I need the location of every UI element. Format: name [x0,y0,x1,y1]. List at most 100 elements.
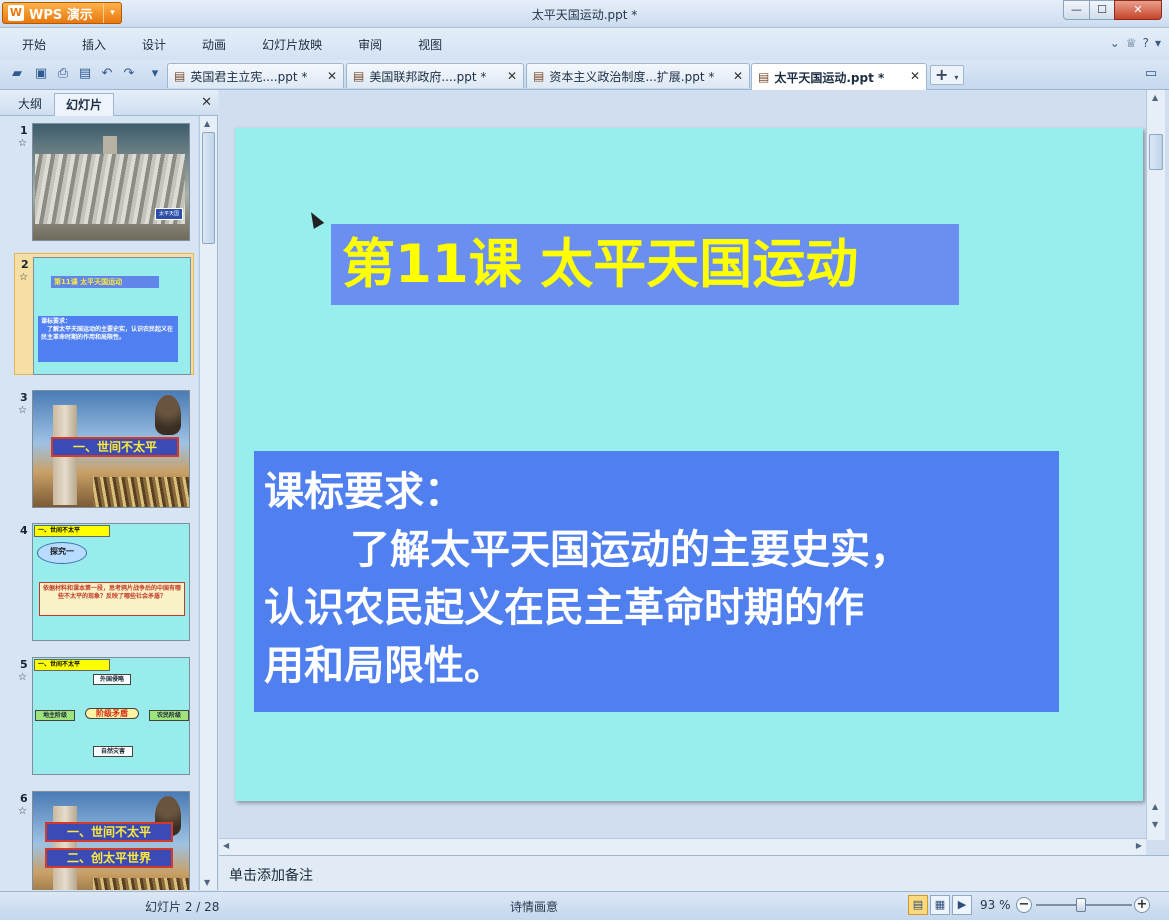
doc-tab-2[interactable]: ▤ 美国联邦政府....ppt * ✕ [346,63,524,88]
node-left: 地主阶级 [35,710,75,721]
undo-icon[interactable]: ↶ [98,65,116,83]
print-icon[interactable]: ⎙ [54,65,72,83]
mini-body: 课标要求： 了解太平天国运动的主要史实，认识农民起义在民主革命时期的作用和局限性… [38,316,178,362]
mini-header: 一、世间不太平 [34,525,110,537]
ppt-file-icon: ▤ [174,69,186,83]
animation-star-icon: ☆ [19,272,28,283]
slide-preview: 第11课 太平天国运动 课标要求： 了解太平天国运动的主要史实，认识农民起义在民… [33,257,191,375]
slideshow-button[interactable]: ▶ [952,895,972,915]
maximize-button[interactable]: ☐ [1089,0,1115,20]
panel-toggle-icon[interactable]: ▭ [1142,65,1160,83]
zoom-in-button[interactable]: + [1134,897,1150,913]
slide-title-box[interactable]: 第11课 太平天国运动 [331,224,959,305]
close-tab-icon[interactable]: ✕ [910,69,920,83]
scroll-up-icon[interactable]: ▲ [204,119,210,128]
slide-number: 2 [21,258,29,271]
editor-vscrollbar[interactable]: ▲ ▲ ▼ [1146,90,1165,840]
menu-animation[interactable]: 动画 [202,36,226,53]
close-tab-icon[interactable]: ✕ [733,69,743,83]
chevron-down-icon[interactable]: ▾ [954,73,958,82]
normal-view-button[interactable]: ▤ [908,895,928,915]
slide-number: 1 [20,124,28,137]
scroll-up-icon[interactable]: ▲ [1152,93,1158,102]
menu-slideshow[interactable]: 幻灯片放映 [262,36,322,53]
slide-thumb-2[interactable]: 2 ☆ 第11课 太平天国运动 课标要求： 了解太平天国运动的主要史实，认识农民… [14,253,194,375]
close-tab-icon[interactable]: ✕ [507,69,517,83]
body-line: 了解太平天国运动的主要史实， [350,527,910,573]
scroll-thumb[interactable] [1149,134,1163,170]
scroll-right-icon[interactable]: ▶ [1136,841,1142,850]
collapse-ribbon-icon[interactable]: ⌄ [1110,36,1120,50]
ppt-file-icon: ▤ [353,69,365,83]
tab-outline[interactable]: 大纲 [8,93,52,116]
help-icon[interactable]: ? [1143,36,1149,50]
menu-view[interactable]: 视图 [418,36,442,53]
slide-preview: 一、世间不太平 二、创太平世界 [32,791,190,890]
print-preview-icon[interactable]: ▤ [76,65,94,83]
crowd-image [93,477,189,507]
slide-preview: 一、世间不太平 探究一 依据材料和课本第一段，思考鸦片战争后的中国有哪些不太平的… [32,523,190,641]
mini-banner: 一、世间不太平 [45,822,173,842]
scroll-left-icon[interactable]: ◀ [223,841,229,850]
animation-star-icon: ☆ [18,806,27,817]
doc-tab-label: 资本主义政治制度...扩展.ppt * [549,69,715,84]
mini-banner: 一、世间不太平 [51,437,179,457]
notes-pane[interactable]: 单击添加备注 [219,855,1169,891]
minimize-button[interactable]: — [1063,0,1090,20]
body-line: 用和局限性。 [264,643,504,689]
doc-tab-label: 英国君主立宪....ppt * [190,69,308,84]
editor-hscrollbar[interactable]: ◀ ▶ [219,838,1146,855]
slide-number: 4 [20,524,28,537]
animation-star-icon: ☆ [18,672,27,683]
customize-toolbar-icon[interactable]: ▾ [146,65,164,83]
menu-design[interactable]: 设计 [142,36,166,53]
slide-body-box[interactable]: 课标要求： 了解太平天国运动的主要史实， 认识农民起义在民主革命时期的作 用和局… [254,451,1059,712]
slide-number: 5 [20,658,28,671]
open-folder-icon[interactable]: ▰ [8,65,26,83]
doc-tab-3[interactable]: ▤ 资本主义政治制度...扩展.ppt * ✕ [526,63,750,88]
node-right: 农民阶级 [149,710,189,721]
prev-slide-icon[interactable]: ▲ [1152,802,1158,811]
doc-tab-label: 美国联邦政府....ppt * [369,69,487,84]
quick-toolbar: ▰ ▣ ⎙ ▤ ↶ ↷ ▾ ▤ 英国君主立宪....ppt * ✕ ▤ 美国联邦… [0,60,1169,90]
mini-title: 第11课 太平天国运动 [51,276,159,288]
slide-thumb-3[interactable]: 3 ☆ 一、世间不太平 [14,387,194,509]
menu-review[interactable]: 审阅 [358,36,382,53]
doc-tab-4-active[interactable]: ▤ 太平天国运动.ppt * ✕ [751,63,927,90]
scroll-thumb[interactable] [202,132,215,244]
window-title: 太平天国运动.ppt * [531,8,638,22]
slide-thumb-4[interactable]: 4 一、世间不太平 探究一 依据材料和课本第一段，思考鸦片战争后的中国有哪些不太… [14,520,194,642]
slide-number: 6 [20,792,28,805]
current-slide[interactable]: 第11课 太平天国运动 课标要求： 了解太平天国运动的主要史实， 认识农民起义在… [235,128,1143,801]
monument-shape [103,136,117,156]
redo-icon[interactable]: ↷ [120,65,138,83]
panel-tabs: 大纲 幻灯片 ✕ [0,90,218,116]
close-tab-icon[interactable]: ✕ [327,69,337,83]
slide-thumb-1[interactable]: 1 ☆ 太平天国 [14,120,194,242]
scroll-down-icon[interactable]: ▼ [204,878,210,887]
chevron-down-icon[interactable]: ▾ [1155,36,1161,50]
next-slide-icon[interactable]: ▼ [1152,820,1158,829]
menu-insert[interactable]: 插入 [82,36,106,53]
close-panel-icon[interactable]: ✕ [201,95,212,110]
close-window-button[interactable]: ✕ [1114,0,1162,20]
ppt-file-icon: ▤ [533,69,545,83]
slides-panel: 大纲 幻灯片 ✕ 1 ☆ 太平天国 2 ☆ 第11课 太平天国运动 课标要求： … [0,90,218,890]
slide-thumb-5[interactable]: 5 ☆ 一、世间不太平 外国侵略 地主阶级 阶级矛盾 农民阶级 自然灾害 [14,654,194,776]
new-tab-button[interactable]: + ▾ [930,65,964,85]
tab-slides[interactable]: 幻灯片 [54,93,114,116]
menu-home[interactable]: 开始 [22,36,46,53]
skin-icon[interactable]: ♕ [1126,36,1137,50]
slide-sorter-button[interactable]: ▦ [930,895,950,915]
zoom-slider-thumb[interactable] [1076,898,1087,912]
mini-question: 依据材料和课本第一段，思考鸦片战争后的中国有哪些不太平的现象？反映了哪些社会矛盾… [39,582,185,616]
mini-banner: 二、创太平世界 [45,848,173,868]
slides-scrollbar[interactable]: ▲ ▼ [199,116,217,890]
save-icon[interactable]: ▣ [32,65,50,83]
doc-tab-1[interactable]: ▤ 英国君主立宪....ppt * ✕ [167,63,344,88]
mini-header: 一、世间不太平 [34,659,110,671]
zoom-out-button[interactable]: − [1016,897,1032,913]
slide-counter: 幻灯片 2 / 28 [145,900,220,914]
slide-thumb-6[interactable]: 6 ☆ 一、世间不太平 二、创太平世界 [14,788,194,890]
caption-box: 太平天国 [155,208,183,220]
